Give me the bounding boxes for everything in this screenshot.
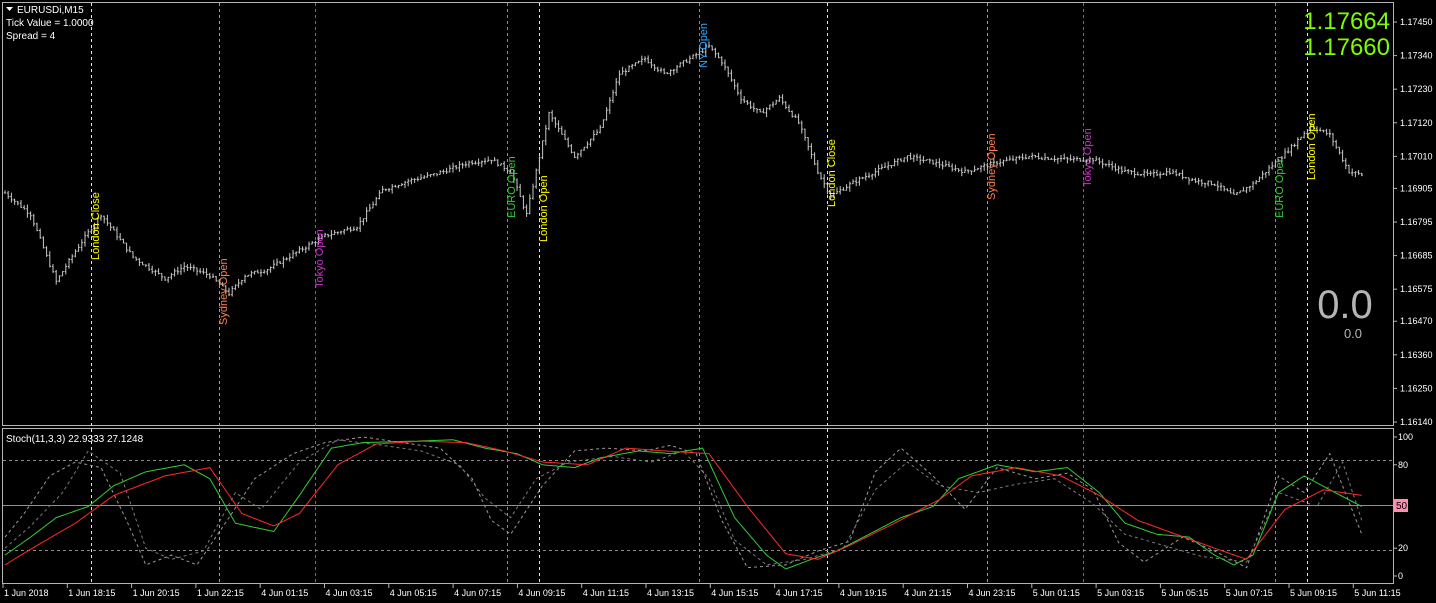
time-tick-label: 4 Jun 17:15 (776, 588, 823, 598)
price-tick-label: 1.16140 (1400, 417, 1433, 427)
time-tick-label: 1 Jun 18:15 (68, 588, 115, 598)
indicator-tick-label: 20 (1398, 543, 1408, 553)
session-label: NY Open (698, 23, 710, 68)
time-tick-label: 4 Jun 19:15 (840, 588, 887, 598)
time-tick-label: 5 Jun 05:15 (1161, 588, 1208, 598)
stoch-main-line (4, 439, 1363, 570)
session-label: EURO Open (1274, 156, 1286, 218)
ask-price: 1.17664 (1303, 8, 1390, 35)
time-tick-label: 4 Jun 13:15 (647, 588, 694, 598)
time-tick-label: 5 Jun 11:15 (1354, 588, 1400, 598)
price-tick-label: 1.16575 (1400, 284, 1433, 294)
price-tick-label: 1.16470 (1400, 316, 1433, 326)
session-label: Tokyo Open (314, 229, 326, 288)
price-tick-label: 1.16795 (1400, 217, 1433, 227)
session-label: London Open (1306, 113, 1318, 180)
time-tick-label: 4 Jun 05:15 (390, 588, 437, 598)
time-tick-label: 4 Jun 23:15 (969, 588, 1016, 598)
time-tick-label: 4 Jun 03:15 (326, 588, 373, 598)
time-tick-label: 5 Jun 01:15 (1033, 588, 1080, 598)
session-label: Sydney Open (986, 133, 998, 200)
session-label: Sydney Open (218, 258, 230, 325)
stoch-dashed-line (4, 436, 1363, 569)
session-label: London Close (826, 139, 838, 207)
indicator-tick-label: 100 (1398, 432, 1413, 442)
time-tick-label: 4 Jun 07:15 (454, 588, 501, 598)
time-tick-label: 5 Jun 07:15 (1226, 588, 1273, 598)
symbol-label: EURUSDi,M15 (17, 5, 84, 16)
time-tick-label: 1 Jun 20:15 (133, 588, 180, 598)
price-tick-label: 1.17230 (1400, 84, 1433, 94)
time-tick-label: 4 Jun 01:15 (261, 588, 308, 598)
session-label: Tokyo Open (1082, 128, 1094, 187)
counter-large: 0.0 (1317, 283, 1373, 327)
bid-price: 1.17660 (1303, 34, 1390, 61)
price-bars (3, 41, 1363, 297)
time-tick-label: 4 Jun 11:15 (583, 588, 629, 598)
price-tick-label: 1.16250 (1400, 383, 1433, 393)
tick-value-label: Tick Value = 1.0000 (6, 18, 94, 29)
time-axis: 1 Jun 2018 1 Jun 18:15 1 Jun 20:15 1 Jun 22… (2, 584, 1401, 598)
price-axis: 1.17450 1.17340 1.17230 1.17120 1.17010 1.169… (1393, 17, 1433, 427)
stoch-dashed-line (4, 439, 1363, 566)
price-tick-label: 1.16360 (1400, 350, 1433, 360)
chart-menu-triangle-icon[interactable] (6, 7, 13, 11)
session-label: London Close (90, 192, 102, 260)
time-tick-label: 1 Jun 2018 (4, 588, 49, 598)
counter-small: 0.0 (1344, 326, 1362, 341)
price-tick-label: 1.17120 (1400, 118, 1433, 128)
spread-label: Spread = 4 (6, 31, 56, 42)
price-tick-label: 1.17010 (1400, 151, 1433, 161)
stoch-signal-line (4, 440, 1362, 566)
time-tick-label: 1 Jun 22:15 (197, 588, 244, 598)
time-tick-label: 4 Jun 15:15 (711, 588, 758, 598)
session-label: EURO Open (506, 156, 518, 218)
time-tick-label: 5 Jun 03:15 (1097, 588, 1144, 598)
session-label: London Open (538, 175, 550, 242)
level-50-label: 50 (1396, 501, 1408, 512)
price-tick-label: 1.16905 (1400, 183, 1433, 193)
time-tick-label: 4 Jun 09:15 (518, 588, 565, 598)
indicator-title: Stoch(11,3,3) 22.9333 27.1248 (6, 434, 144, 445)
chart-canvas[interactable]: London Close Sydney Open Tokyo Open EURO Op… (0, 0, 1436, 603)
indicator-tick-label: 0 (1398, 571, 1403, 581)
price-tick-label: 1.17450 (1400, 17, 1433, 27)
price-tick-label: 1.16685 (1400, 251, 1433, 261)
time-tick-label: 4 Jun 21:15 (904, 588, 951, 598)
indicator-tick-label: 80 (1398, 460, 1408, 470)
time-tick-label: 5 Jun 09:15 (1290, 588, 1337, 598)
price-tick-label: 1.17340 (1400, 51, 1433, 61)
